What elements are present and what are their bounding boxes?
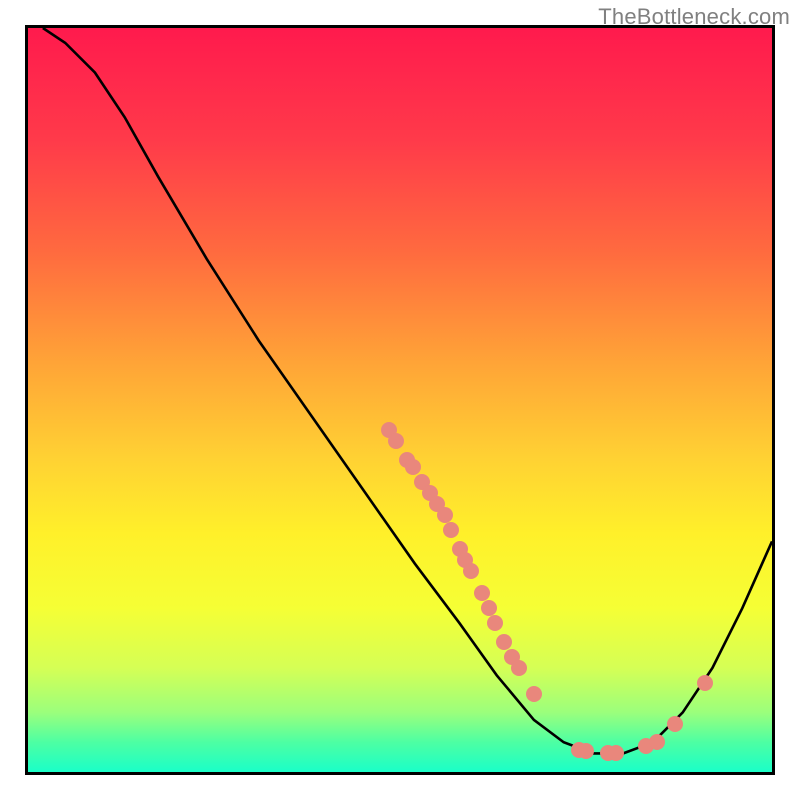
chart-stage: TheBottleneck.com (0, 0, 800, 800)
data-point-marker (697, 675, 713, 691)
data-point-marker (443, 522, 459, 538)
data-point-marker (526, 686, 542, 702)
curve-line (28, 28, 772, 772)
data-point-marker (496, 634, 512, 650)
data-point-marker (463, 563, 479, 579)
data-point-marker (437, 507, 453, 523)
data-point-marker (649, 734, 665, 750)
watermark-text: TheBottleneck.com (598, 4, 790, 30)
data-point-marker (667, 716, 683, 732)
data-point-marker (511, 660, 527, 676)
plot-area (25, 25, 775, 775)
